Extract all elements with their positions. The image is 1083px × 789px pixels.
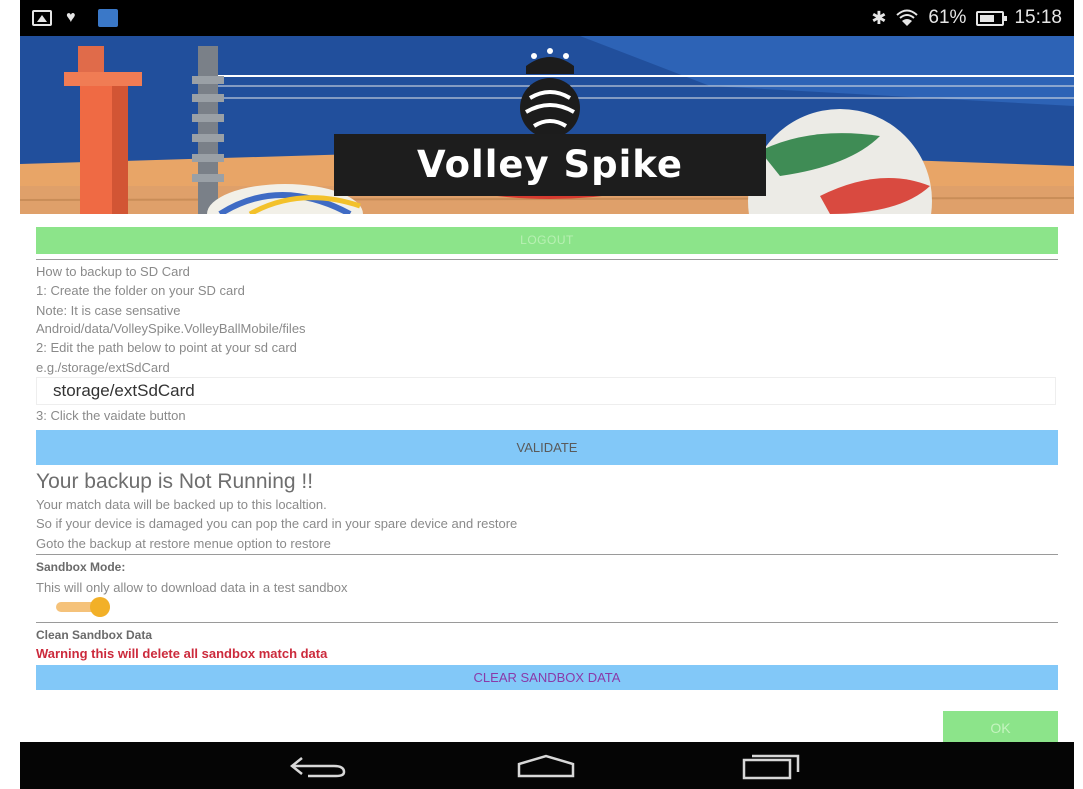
validate-button[interactable]: VALIDATE — [36, 430, 1058, 465]
ok-button[interactable]: OK — [943, 711, 1058, 745]
sd-path-input[interactable] — [36, 377, 1056, 405]
clear-sandbox-button[interactable]: CLEAR SANDBOX DATA — [36, 665, 1058, 690]
instruction-path: Android/data/VolleySpike.VolleyBallMobil… — [36, 321, 306, 336]
instruction-step-3: 3: Click the vaidate button — [36, 408, 186, 423]
clean-warning: Warning this will delete all sandbox mat… — [36, 646, 328, 661]
clock: 15:18 — [1014, 7, 1062, 28]
settings-content: LOGOUT How to backup to SD Card 1: Creat… — [20, 214, 1074, 745]
wifi-icon — [896, 9, 919, 27]
backup-info-line-3: Goto the backup at restore menue option … — [36, 536, 331, 551]
instruction-step-1: 1: Create the folder on your SD card — [36, 283, 245, 298]
clean-title: Clean Sandbox Data — [36, 628, 153, 642]
bluetooth-icon: ✱ — [871, 7, 887, 28]
logout-button[interactable]: LOGOUT — [36, 227, 1058, 254]
instruction-step-2: 2: Edit the path below to point at your … — [36, 340, 297, 355]
navigation-bar — [20, 742, 1074, 789]
backup-heading: How to backup to SD Card — [36, 264, 190, 279]
divider — [36, 554, 1058, 555]
divider — [36, 259, 1058, 260]
image-icon — [32, 10, 52, 26]
battery-icon — [976, 10, 1008, 26]
instruction-example: e.g./storage/extSdCard — [36, 360, 170, 375]
back-icon[interactable] — [288, 754, 348, 778]
app-notification-icon — [98, 9, 118, 27]
status-bar: ♥ ✱ 61% 15:18 — [20, 0, 1074, 36]
phone-frame: ♥ ✱ 61% 15:18 Volley Spike LOGOUT How to… — [20, 0, 1074, 789]
battery-percent: 61% — [928, 7, 967, 28]
sandbox-description: This will only allow to download data in… — [36, 580, 348, 595]
notification-icons: ♥ — [32, 9, 118, 27]
home-icon[interactable] — [515, 754, 577, 778]
brand-title: Volley Spike — [334, 134, 766, 196]
backup-info-line-1: Your match data will be backed up to thi… — [36, 497, 327, 512]
backup-status: Your backup is Not Running !! — [36, 470, 314, 493]
sandbox-toggle[interactable] — [56, 597, 110, 617]
sandbox-title: Sandbox Mode: — [36, 560, 126, 574]
divider — [36, 622, 1058, 623]
instruction-note: Note: It is case sensative — [36, 303, 181, 318]
toggle-thumb — [90, 597, 110, 617]
backup-info-line-2: So if your device is damaged you can pop… — [36, 516, 518, 531]
recent-apps-icon[interactable] — [740, 754, 802, 780]
system-icons: ✱ 61% 15:18 — [871, 7, 1062, 29]
heart-icon: ♥ — [66, 9, 76, 26]
app-banner: Volley Spike — [20, 36, 1074, 214]
